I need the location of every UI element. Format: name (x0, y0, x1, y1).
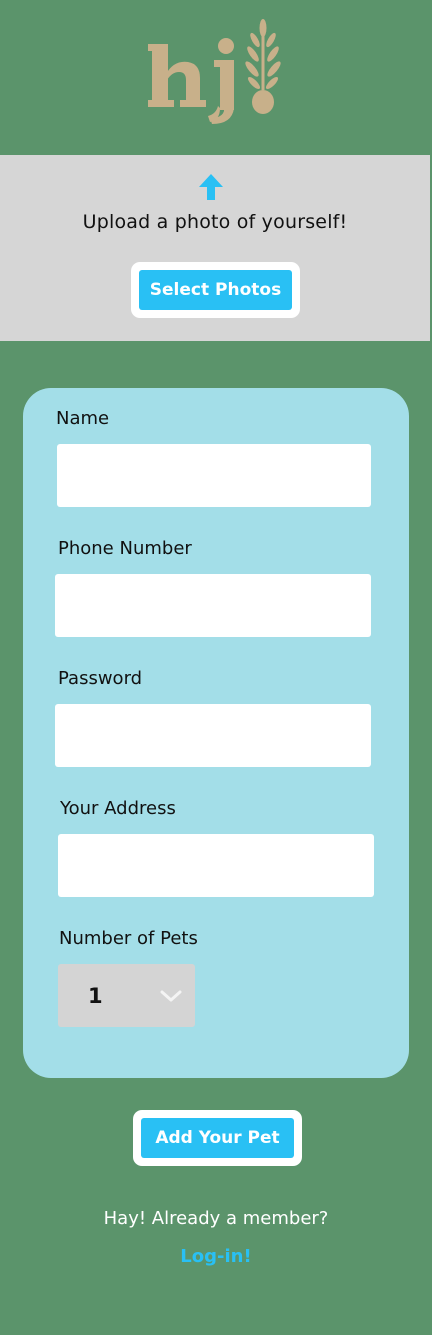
brand-logo (148, 19, 281, 124)
address-field[interactable] (58, 834, 374, 897)
photo-upload-panel: Upload a photo of yourself! Select Photo… (0, 155, 430, 341)
phone-label: Phone Number (58, 538, 192, 559)
address-label: Your Address (60, 798, 176, 819)
upload-arrow-icon (199, 174, 223, 200)
pets-count-label: Number of Pets (59, 928, 198, 949)
password-label: Password (58, 668, 143, 689)
add-pet-frame: Add Your Pet (133, 1110, 302, 1166)
pets-count-value: 1 (88, 984, 103, 1008)
chevron-down-icon (160, 990, 182, 1002)
pets-count-select[interactable]: 1 (58, 964, 195, 1027)
password-field[interactable] (55, 704, 371, 767)
signup-form: Name Phone Number Password Your Address … (23, 388, 409, 1078)
login-link[interactable]: Log-in! (0, 1246, 432, 1267)
member-prompt: Hay! Already a member? (103, 1208, 329, 1229)
select-photos-button[interactable]: Select Photos (139, 270, 292, 310)
name-field[interactable] (57, 444, 371, 507)
name-label: Name (56, 408, 110, 429)
select-photos-frame: Select Photos (131, 262, 300, 318)
phone-field[interactable] (55, 574, 371, 637)
upload-prompt: Upload a photo of yourself! (82, 211, 348, 233)
add-pet-button[interactable]: Add Your Pet (141, 1118, 294, 1158)
